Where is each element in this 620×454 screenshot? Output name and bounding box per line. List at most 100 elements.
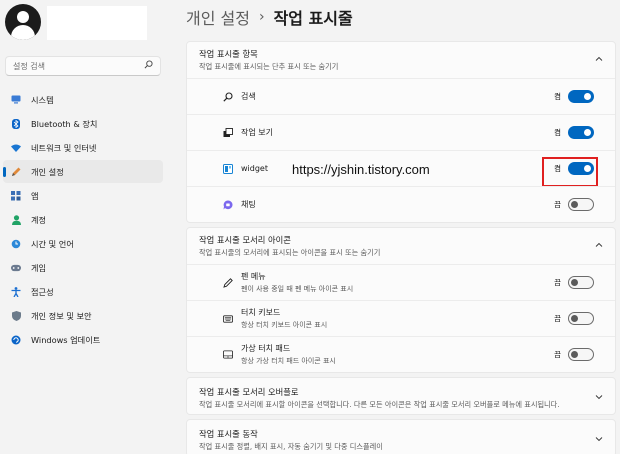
breadcrumb-separator: › xyxy=(258,9,265,25)
sidebar: 시스템 Bluetooth & 장치 네트워크 및 인터넷 개인 설정 앱 xyxy=(0,0,168,454)
row-label: 펜 메뉴 xyxy=(241,272,266,281)
row-label: 검색 xyxy=(241,92,256,101)
sidebar-item-accounts[interactable]: 계정 xyxy=(3,208,163,231)
task-view-toggle[interactable] xyxy=(568,126,594,139)
toggle-state-label: 끔 xyxy=(554,350,561,359)
pen-menu-toggle[interactable] xyxy=(568,276,594,289)
chevron-down-icon[interactable] xyxy=(595,393,603,401)
sidebar-item-label: 게임 xyxy=(31,262,47,273)
taskbar-behaviors-group[interactable]: 작업 표시줄 동작 작업 표시줄 정렬, 배지 표시, 자동 숨기기 및 다중 … xyxy=(186,419,616,454)
breadcrumb: 개인 설정 › 작업 표시줄 xyxy=(186,5,353,29)
chat-toggle[interactable] xyxy=(568,198,594,211)
sidebar-item-privacy[interactable]: 개인 정보 및 보안 xyxy=(3,304,163,327)
group-title: 작업 표시줄 모서리 오버플로 xyxy=(199,387,299,397)
sidebar-item-personalization[interactable]: 개인 설정 xyxy=(3,160,163,183)
group-header-behaviors[interactable]: 작업 표시줄 동작 작업 표시줄 정렬, 배지 표시, 자동 숨기기 및 다중 … xyxy=(187,420,615,454)
sidebar-item-network[interactable]: 네트워크 및 인터넷 xyxy=(3,136,163,159)
setting-row-search: 검색 켬 xyxy=(187,78,615,114)
search-input[interactable] xyxy=(13,61,144,71)
group-title: 작업 표시줄 동작 xyxy=(199,429,258,439)
monitor-icon xyxy=(11,95,21,105)
settings-search[interactable] xyxy=(5,56,161,76)
search-icon xyxy=(223,91,233,102)
sidebar-item-label: 개인 설정 xyxy=(31,166,64,177)
accessibility-icon xyxy=(11,286,21,297)
breadcrumb-parent[interactable]: 개인 설정 xyxy=(186,5,250,29)
toggle-state-label: 끔 xyxy=(554,278,561,287)
row-label: 터치 키보드 xyxy=(241,308,281,317)
search-toggle[interactable] xyxy=(568,90,594,103)
taskbar-items-group: 작업 표시줄 항목 작업 표시줄에 표시되는 단추 표시 또는 숨기기 검색 켬… xyxy=(186,41,616,223)
toggle-state-label: 끔 xyxy=(554,200,561,209)
setting-row-task-view: 작업 보기 켬 xyxy=(187,114,615,150)
row-description: 펜이 사용 중일 때 펜 메뉴 아이콘 표시 xyxy=(241,285,354,293)
toggle-state-label: 켬 xyxy=(554,164,561,173)
setting-row-touch-keyboard: 터치 키보드 항상 터치 키보드 아이콘 표시 끔 xyxy=(187,300,615,336)
globe-clock-icon xyxy=(11,239,21,249)
chevron-up-icon[interactable] xyxy=(595,55,603,63)
setting-row-virtual-touchpad: 가상 터치 패드 항상 가상 터치 패드 아이콘 표시 끔 xyxy=(187,336,615,372)
row-label: 가상 터치 패드 xyxy=(241,344,291,353)
bluetooth-icon xyxy=(11,118,21,129)
wifi-icon xyxy=(11,143,21,153)
setting-row-chat: 채팅 끔 xyxy=(187,186,615,222)
sidebar-item-label: 계정 xyxy=(31,214,47,225)
group-title: 작업 표시줄 모서리 아이콘 xyxy=(199,235,291,245)
sidebar-item-label: 접근성 xyxy=(31,286,54,297)
task-view-icon xyxy=(223,127,233,138)
person-icon xyxy=(11,214,21,225)
chevron-down-icon[interactable] xyxy=(595,435,603,443)
sidebar-item-windows-update[interactable]: Windows 업데이트 xyxy=(3,328,163,351)
search-icon[interactable] xyxy=(144,60,153,72)
page-title: 작업 표시줄 xyxy=(273,9,353,28)
group-header-corner-icons[interactable]: 작업 표시줄 모서리 아이콘 작업 표시줄의 모서리에 표시되는 아이콘을 표시… xyxy=(187,228,615,264)
row-label: 작업 보기 xyxy=(241,128,273,137)
corner-icons-group: 작업 표시줄 모서리 아이콘 작업 표시줄의 모서리에 표시되는 아이콘을 표시… xyxy=(186,227,616,373)
sidebar-item-gaming[interactable]: 게임 xyxy=(3,256,163,279)
sidebar-item-label: 개인 정보 및 보안 xyxy=(31,310,92,321)
shield-icon xyxy=(11,310,21,321)
apps-icon xyxy=(11,190,21,201)
watermark-text: https://yjshin.tistory.com xyxy=(292,162,430,177)
row-label: widget xyxy=(241,164,268,173)
toggle-state-label: 켬 xyxy=(554,92,561,101)
touch-keyboard-toggle[interactable] xyxy=(568,312,594,325)
user-profile[interactable] xyxy=(5,4,165,42)
group-subtitle: 작업 표시줄의 모서리에 표시되는 아이콘을 표시 또는 숨기기 xyxy=(199,248,381,257)
widgets-toggle[interactable] xyxy=(568,162,594,175)
sidebar-item-label: Windows 업데이트 xyxy=(31,334,101,345)
group-subtitle: 작업 표시줄 정렬, 배지 표시, 자동 숨기기 및 다중 디스플레이 xyxy=(199,442,383,451)
group-title: 작업 표시줄 항목 xyxy=(199,49,258,59)
group-subtitle: 작업 표시줄 모서리에 표시할 아이콘을 선택합니다. 다른 모든 아이콘은 작… xyxy=(199,400,560,409)
setting-row-widgets: widget https://yjshin.tistory.com 켬 xyxy=(187,150,615,187)
sidebar-item-label: 네트워크 및 인터넷 xyxy=(31,142,97,153)
sidebar-item-label: 시스템 xyxy=(31,94,54,105)
sidebar-item-accessibility[interactable]: 접근성 xyxy=(3,280,163,303)
sidebar-item-apps[interactable]: 앱 xyxy=(3,184,163,207)
account-name-redacted xyxy=(47,6,147,40)
widgets-icon xyxy=(223,163,233,174)
group-subtitle: 작업 표시줄에 표시되는 단추 표시 또는 숨기기 xyxy=(199,62,339,71)
row-label: 채팅 xyxy=(241,200,256,209)
sidebar-item-time-language[interactable]: 시간 및 언어 xyxy=(3,232,163,255)
row-description: 항상 가상 터치 패드 아이콘 표시 xyxy=(241,357,336,365)
pen-icon xyxy=(11,167,21,177)
pen-menu-icon xyxy=(223,277,233,288)
corner-overflow-group[interactable]: 작업 표시줄 모서리 오버플로 작업 표시줄 모서리에 표시할 아이콘을 선택합… xyxy=(186,377,616,415)
group-header-corner-overflow[interactable]: 작업 표시줄 모서리 오버플로 작업 표시줄 모서리에 표시할 아이콘을 선택합… xyxy=(187,378,615,416)
sidebar-item-label: 앱 xyxy=(31,190,39,201)
chat-icon xyxy=(223,200,233,210)
chevron-up-icon[interactable] xyxy=(595,241,603,249)
virtual-touchpad-toggle[interactable] xyxy=(568,348,594,361)
row-description: 항상 터치 키보드 아이콘 표시 xyxy=(241,321,328,329)
settings-content: 작업 표시줄 항목 작업 표시줄에 표시되는 단추 표시 또는 숨기기 검색 켬… xyxy=(186,41,616,454)
toggle-state-label: 끔 xyxy=(554,314,561,323)
toggle-state-label: 켬 xyxy=(554,128,561,137)
update-icon xyxy=(11,335,21,345)
group-header-taskbar-items[interactable]: 작업 표시줄 항목 작업 표시줄에 표시되는 단추 표시 또는 숨기기 xyxy=(187,42,615,78)
sidebar-item-label: 시간 및 언어 xyxy=(31,238,74,249)
setting-row-pen-menu: 펜 메뉴 펜이 사용 중일 때 펜 메뉴 아이콘 표시 끔 xyxy=(187,264,615,300)
sidebar-item-system[interactable]: 시스템 xyxy=(3,88,163,111)
avatar[interactable] xyxy=(5,4,41,40)
sidebar-item-bluetooth[interactable]: Bluetooth & 장치 xyxy=(3,112,163,135)
